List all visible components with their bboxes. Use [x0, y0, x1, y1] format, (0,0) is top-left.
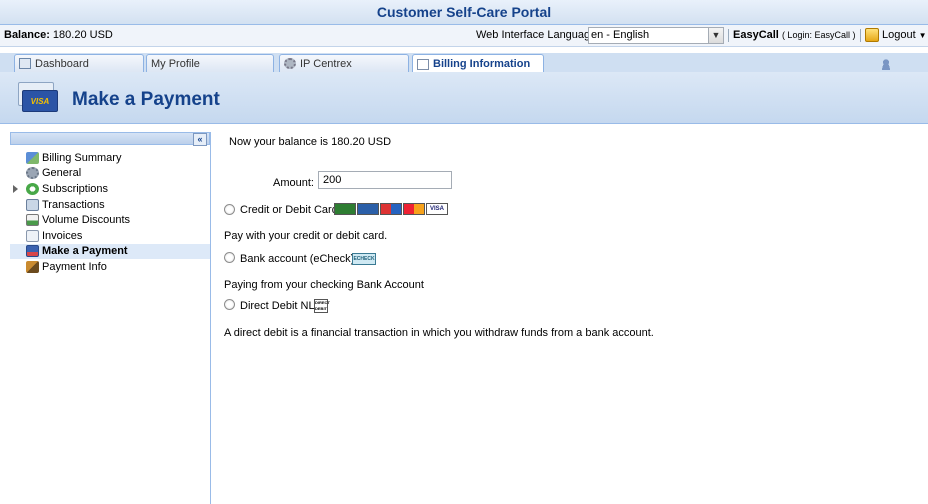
- balance-value: 180.20 USD: [52, 29, 113, 41]
- direct-debit-description: A direct debit is a financial transactio…: [224, 327, 654, 339]
- maestro-icon: [380, 203, 402, 215]
- sidebar-item-label: Subscriptions: [42, 182, 109, 195]
- dashboard-icon: [19, 58, 31, 69]
- user-icon: [880, 59, 892, 70]
- card-icon: [334, 203, 356, 215]
- sidebar-item-label: Volume Discounts: [42, 214, 131, 227]
- sidebar: « Billing Summary General Subscriptions …: [10, 132, 211, 504]
- language-label: Web Interface Language:: [476, 29, 600, 41]
- portal-title: Customer Self-Care Portal: [376, 4, 552, 20]
- sidebar-item-label: Transactions: [42, 198, 105, 211]
- language-select-value: en - English: [591, 29, 650, 41]
- bank-account-radio[interactable]: [224, 252, 235, 263]
- direct-debit-option-label: Direct Debit NL: [240, 300, 315, 312]
- sidebar-item-label: Make a Payment: [42, 245, 128, 258]
- balance-label: Balance:: [4, 29, 50, 41]
- divider: [728, 29, 729, 42]
- direct-debit-icon: DIRECT DEBIT: [314, 299, 330, 313]
- chevron-down-icon[interactable]: ▼: [708, 28, 723, 43]
- sidebar-item-label: Billing Summary: [42, 151, 122, 164]
- sidebar-item-billing-summary[interactable]: Billing Summary: [10, 150, 210, 166]
- document-icon: [417, 58, 429, 70]
- login-text: ( Login: EasyCall ): [781, 30, 856, 40]
- balance-display: Balance: 180.20 USD: [4, 29, 113, 41]
- discount-icon: [26, 214, 39, 227]
- invoice-icon: [26, 229, 39, 242]
- sidebar-item-transactions[interactable]: Transactions: [10, 197, 210, 213]
- page-title: Make a Payment: [72, 89, 220, 110]
- logout-label: Logout: [882, 29, 916, 41]
- portal-title-bar: Customer Self-Care Portal: [0, 0, 928, 25]
- sidebar-nav: Billing Summary General Subscriptions Tr…: [10, 150, 210, 275]
- main-tab-strip: Dashboard My Profile IP Centrex Billing …: [0, 53, 928, 73]
- sidebar-item-subscriptions[interactable]: Subscriptions: [10, 181, 210, 197]
- bank-account-description: Paying from your checking Bank Account: [224, 279, 424, 291]
- sidebar-item-payment-info[interactable]: Payment Info: [10, 259, 210, 275]
- echeck-icon: ECHECK: [352, 253, 376, 265]
- bank-account-option-label: Bank account (eCheck): [240, 253, 355, 265]
- info-bar: Balance: 180.20 USD Web Interface Langua…: [0, 25, 928, 47]
- tab-label: My Profile: [151, 57, 200, 70]
- expand-icon[interactable]: [13, 185, 18, 194]
- divider: [860, 29, 861, 42]
- payment-info-icon: [26, 260, 39, 273]
- tab-dashboard[interactable]: Dashboard: [14, 54, 144, 72]
- lock-icon: [865, 28, 879, 42]
- tab-label: IP Centrex: [300, 57, 352, 70]
- payment-icon: [26, 245, 39, 258]
- sidebar-item-label: Invoices: [42, 229, 83, 242]
- sidebar-item-make-a-payment[interactable]: Make a Payment: [10, 243, 210, 260]
- tab-my-profile[interactable]: My Profile: [146, 54, 892, 72]
- tab-label: Dashboard: [35, 57, 89, 70]
- language-select[interactable]: en - English ▼: [588, 27, 724, 44]
- credit-card-radio[interactable]: [224, 204, 235, 215]
- mastercard-icon: [403, 203, 425, 215]
- tab-label: Billing Information: [433, 58, 531, 70]
- sidebar-item-invoices[interactable]: Invoices: [10, 228, 210, 244]
- direct-debit-radio[interactable]: [224, 299, 235, 310]
- amount-label: Amount:: [273, 177, 314, 189]
- chevron-down-icon[interactable]: ▼: [919, 31, 927, 40]
- sidebar-item-general[interactable]: General: [10, 166, 210, 182]
- payment-form: Now your balance is 180.20 USD Amount: C…: [220, 132, 920, 504]
- visa-icon: VISA: [426, 203, 448, 215]
- transactions-icon: [26, 198, 39, 211]
- sidebar-item-label: General: [42, 167, 82, 180]
- account-name: EasyCall: [733, 29, 779, 41]
- gear-icon: [26, 167, 39, 180]
- credit-card-description: Pay with your credit or debit card.: [224, 230, 388, 242]
- sidebar-item-label: Payment Info: [42, 260, 107, 273]
- sidebar-header: «: [10, 132, 210, 146]
- refresh-icon: [26, 182, 39, 195]
- visa-card-icon: VISA: [18, 82, 58, 112]
- gear-icon: [284, 58, 296, 69]
- credit-card-option-label: Credit or Debit Card: [240, 204, 338, 216]
- amount-input[interactable]: [318, 171, 452, 189]
- tab-ip-centrex[interactable]: IP Centrex: [279, 54, 409, 72]
- collapse-sidebar-button[interactable]: «: [193, 133, 207, 146]
- balance-message: Now your balance is 180.20 USD: [229, 136, 392, 148]
- tab-billing-information[interactable]: Billing Information: [412, 54, 544, 73]
- sidebar-item-volume-discounts[interactable]: Volume Discounts: [10, 212, 210, 228]
- page-header: VISA Make a Payment: [0, 72, 928, 124]
- logout-button[interactable]: Logout ▼: [865, 28, 927, 42]
- user-info: EasyCall ( Login: EasyCall ): [733, 29, 855, 41]
- amex-icon: [357, 203, 379, 215]
- chart-icon: [26, 151, 39, 164]
